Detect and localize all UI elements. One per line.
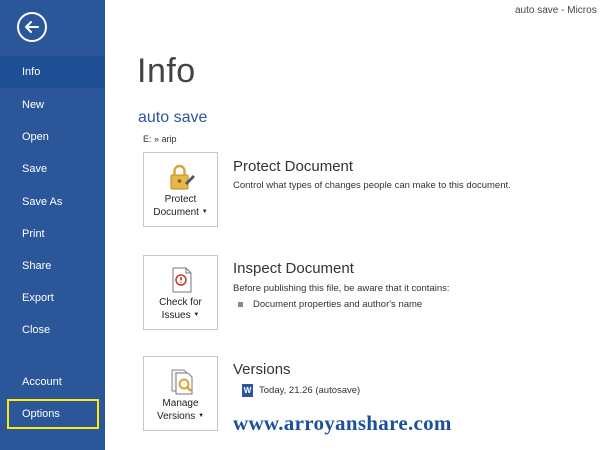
sidebar-item-new[interactable]: New: [0, 89, 105, 121]
inspect-bullet-text: Document properties and author's name: [253, 299, 423, 310]
word-document-icon: W: [242, 384, 253, 397]
inspect-document-description: Before publishing this file, be aware th…: [233, 283, 450, 294]
backstage-sidebar: Info New Open Save Save As Print Share E…: [0, 0, 105, 450]
sidebar-item-account[interactable]: Account: [0, 366, 105, 398]
protect-document-label: Protect Document ▼: [144, 193, 217, 219]
check-for-issues-button[interactable]: Check for Issues ▼: [143, 255, 218, 330]
dropdown-caret-icon: ▼: [193, 312, 200, 318]
versions-label-line1: Manage: [162, 398, 199, 409]
sidebar-item-info[interactable]: Info: [0, 56, 105, 88]
bullet-icon: [238, 301, 243, 307]
document-name: auto save: [138, 109, 208, 126]
sidebar-item-print[interactable]: Print: [0, 218, 105, 250]
sidebar-item-save-as[interactable]: Save As: [0, 186, 105, 218]
dropdown-caret-icon: ▼: [201, 209, 208, 215]
check-for-issues-label: Check for Issues ▼: [144, 296, 217, 322]
sidebar-item-export[interactable]: Export: [0, 282, 105, 314]
manage-versions-label: Manage Versions ▼: [144, 397, 217, 423]
back-arrow-icon: [25, 21, 39, 33]
inspect-document-icon: [172, 267, 192, 293]
page-title: Info: [137, 52, 196, 90]
sidebar-item-save[interactable]: Save: [0, 153, 105, 185]
inspect-label-line1: Check for: [159, 297, 202, 308]
window-title: auto save - Micros: [515, 5, 597, 16]
protect-document-button[interactable]: Protect Document ▼: [143, 152, 218, 227]
list-item: Document properties and author's name: [238, 299, 422, 310]
protect-document-description: Control what types of changes people can…: [233, 180, 511, 191]
protect-document-title: Protect Document: [233, 158, 354, 175]
sidebar-item-share[interactable]: Share: [0, 250, 105, 282]
version-entry[interactable]: W Today, 21.26 (autosave): [242, 384, 360, 397]
manage-versions-icon: [171, 369, 193, 395]
inspect-document-title: Inspect Document: [233, 260, 354, 277]
lock-icon: [170, 164, 195, 190]
sidebar-item-close[interactable]: Close: [0, 314, 105, 346]
protect-label-line1: Protect: [164, 194, 197, 205]
sidebar-item-open[interactable]: Open: [0, 121, 105, 153]
version-entry-text: Today, 21.26 (autosave): [259, 385, 361, 397]
versions-title: Versions: [233, 361, 291, 378]
manage-versions-button[interactable]: Manage Versions ▼: [143, 356, 218, 431]
watermark-text: www.arroyanshare.com: [233, 411, 452, 435]
back-button[interactable]: [17, 12, 47, 42]
protect-label-line2: Document: [153, 207, 199, 219]
sidebar-item-options[interactable]: Options: [7, 399, 99, 429]
inspect-label-line2: Issues: [161, 310, 191, 322]
dropdown-caret-icon: ▼: [198, 413, 205, 419]
versions-label-line2: Versions: [156, 411, 196, 423]
document-path[interactable]: E: » arip: [143, 134, 177, 144]
